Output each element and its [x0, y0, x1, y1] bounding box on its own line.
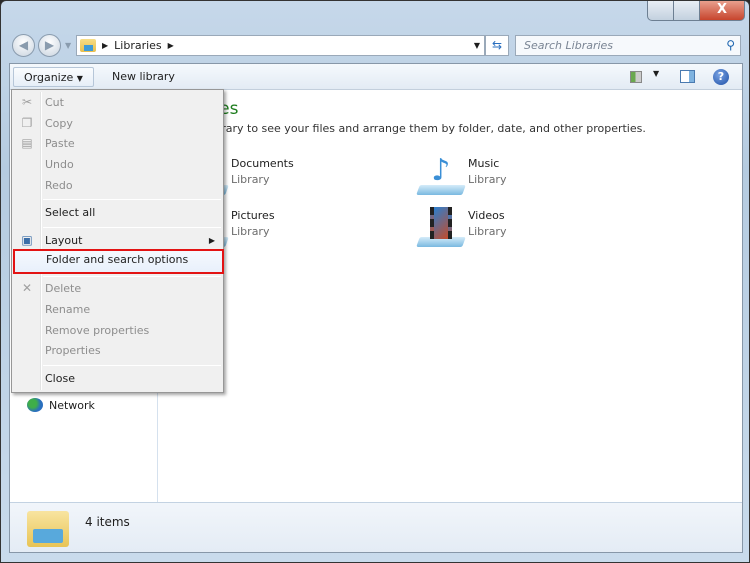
menu-item-layout[interactable]: ▣ Layout ▶: [14, 230, 221, 251]
item-count: 4 items: [85, 515, 130, 529]
refresh-button[interactable]: ⇆: [485, 35, 509, 56]
address-bar[interactable]: ▶ Libraries ▶ ▼: [76, 35, 485, 56]
library-music[interactable]: ♪ Music Library: [416, 153, 507, 197]
organize-label: Organize: [24, 71, 74, 84]
library-name: Pictures: [231, 209, 275, 222]
menu-label: Rename: [45, 303, 91, 316]
menu-item-folder-and-search-options[interactable]: Folder and search options: [13, 249, 224, 274]
menu-label: Undo: [45, 158, 74, 171]
menu-item-paste[interactable]: ▤ Paste: [14, 133, 221, 154]
menu-label: Layout: [45, 234, 83, 247]
menu-label: Cut: [45, 96, 64, 109]
search-placeholder: Search Libraries: [524, 39, 614, 52]
menu-separator: [43, 365, 221, 366]
preview-pane-icon[interactable]: [680, 70, 695, 83]
menu-label: Paste: [45, 137, 75, 150]
menu-label: Folder and search options: [46, 253, 189, 266]
menu-separator: [43, 276, 221, 277]
videos-library-icon: [416, 205, 466, 249]
menu-item-redo[interactable]: Redo: [14, 175, 221, 196]
libraries-folder-icon: [27, 511, 69, 547]
library-type: Library: [468, 225, 507, 238]
network-icon: [27, 398, 43, 412]
menu-item-copy[interactable]: ❐ Copy: [14, 113, 221, 134]
menu-label: Properties: [45, 344, 101, 357]
menu-separator: [43, 227, 221, 228]
menu-label: Close: [45, 372, 75, 385]
organize-menu: ✂ Cut ❐ Copy ▤ Paste Undo Redo Select all ▣…: [11, 89, 224, 393]
library-name: Documents: [231, 157, 294, 170]
copy-icon: ❐: [21, 116, 33, 130]
menu-label: Copy: [45, 117, 73, 130]
help-icon[interactable]: ?: [713, 69, 729, 85]
library-type: Library: [231, 173, 270, 186]
new-library-button[interactable]: New library: [102, 67, 185, 87]
page-description: Open a library to see your files and arr…: [165, 122, 646, 135]
music-library-icon: ♪: [416, 153, 466, 197]
menu-item-undo[interactable]: Undo: [14, 154, 221, 175]
organize-button[interactable]: Organize ▼: [13, 67, 94, 87]
menu-item-properties[interactable]: Properties: [14, 340, 221, 361]
menu-label: Delete: [45, 282, 82, 295]
library-videos[interactable]: Videos Library: [416, 205, 507, 249]
menu-label: Redo: [45, 179, 73, 192]
layout-icon: ▣: [21, 233, 33, 247]
library-type: Library: [468, 173, 507, 186]
search-input[interactable]: Search Libraries ⚲: [515, 35, 741, 56]
forward-button[interactable]: ▶: [38, 34, 61, 57]
scissors-icon: ✂: [21, 95, 33, 109]
library-name: Videos: [468, 209, 505, 222]
minimize-button[interactable]: [647, 1, 674, 21]
back-button[interactable]: ◀: [12, 34, 35, 57]
nav-item-network[interactable]: Network: [27, 398, 95, 412]
menu-item-select-all[interactable]: Select all: [14, 202, 221, 223]
clipboard-icon: ▤: [21, 136, 33, 150]
maximize-button[interactable]: [673, 1, 700, 21]
chevron-down-icon: ▼: [76, 74, 83, 83]
breadcrumb-libraries[interactable]: Libraries: [114, 39, 162, 52]
close-window-button[interactable]: X: [699, 1, 745, 21]
nav-item-label: Network: [49, 398, 95, 412]
menu-item-close[interactable]: Close: [14, 368, 221, 389]
menu-label: Select all: [45, 206, 96, 219]
library-name: Music: [468, 157, 500, 170]
command-bar: Organize ▼ New library ▼ ?: [10, 64, 742, 90]
menu-item-remove-properties[interactable]: Remove properties: [14, 320, 221, 341]
menu-item-rename[interactable]: Rename: [14, 299, 221, 320]
details-pane: 4 items: [10, 502, 742, 552]
delete-icon: ✕: [21, 281, 33, 295]
recent-pages-chevron-icon[interactable]: ▼: [65, 41, 71, 50]
libraries-folder-icon: [80, 39, 96, 52]
breadcrumb-arrow-icon[interactable]: ▶: [102, 41, 108, 50]
breadcrumb-arrow-icon[interactable]: ▶: [168, 41, 174, 50]
address-history-dropdown-icon[interactable]: ▼: [474, 41, 480, 50]
menu-item-cut[interactable]: ✂ Cut: [14, 92, 221, 113]
menu-item-delete[interactable]: ✕ Delete: [14, 278, 221, 299]
menu-separator: [43, 199, 221, 200]
view-options-chevron-icon[interactable]: ▼: [653, 69, 659, 78]
change-view-icon[interactable]: [630, 71, 642, 83]
libraries-content: Libraries Open a library to see your fil…: [159, 91, 742, 502]
library-type: Library: [231, 225, 270, 238]
explorer-window: X ◀ ▶ ▼ ▶ Libraries ▶ ▼ ⇆ Search Librari…: [0, 0, 750, 563]
search-icon[interactable]: ⚲: [726, 36, 735, 55]
submenu-arrow-icon: ▶: [208, 236, 215, 245]
menu-label: Remove properties: [45, 324, 150, 337]
